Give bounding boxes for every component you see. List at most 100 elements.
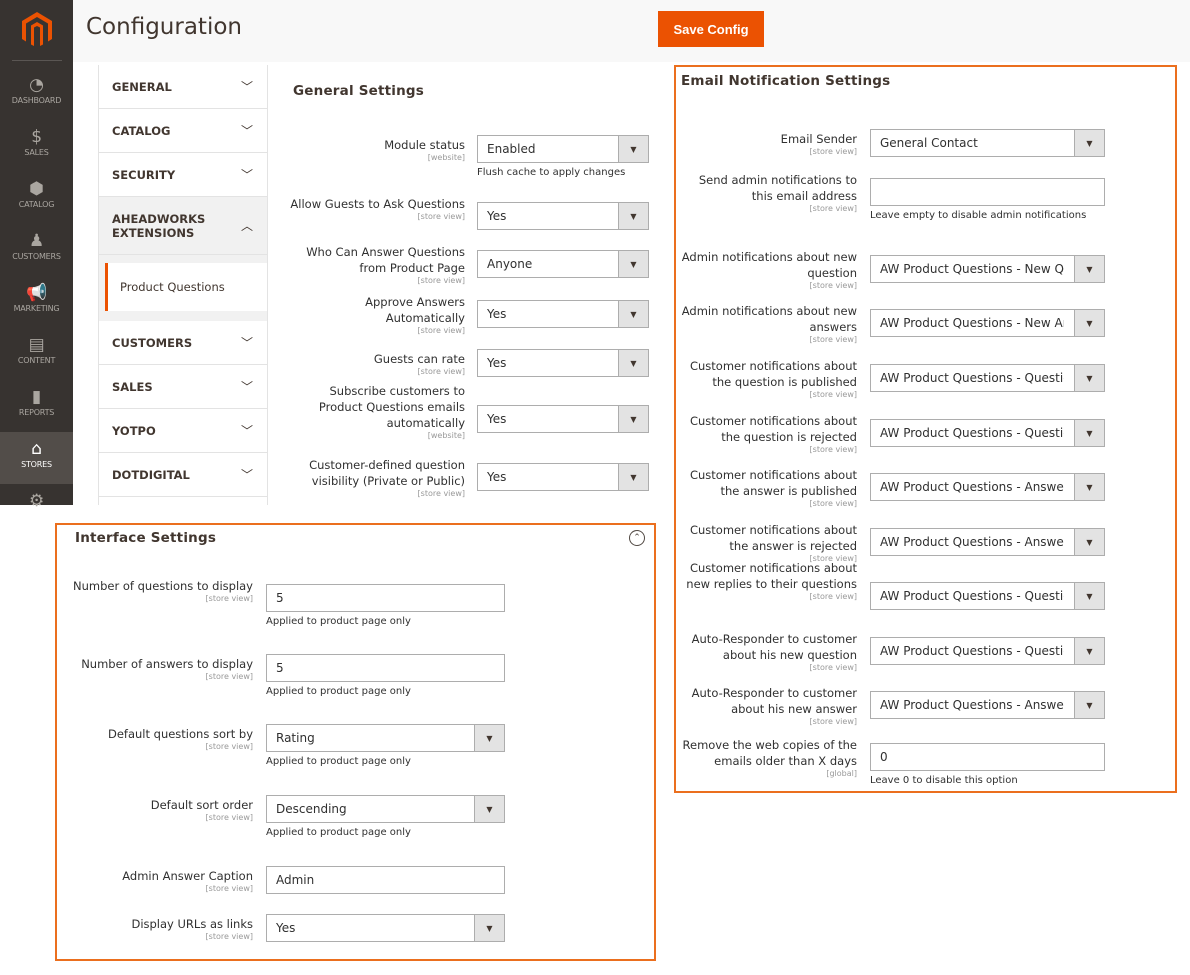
caret-down-icon[interactable]: ▼ (1074, 638, 1104, 664)
caret-down-icon[interactable]: ▼ (1074, 583, 1104, 609)
tab-catalog[interactable]: CATALOG ﹀ (99, 109, 267, 153)
general-select[interactable]: Yes ▼ (477, 463, 649, 491)
general-select[interactable]: Enabled ▼ (477, 135, 649, 163)
email-select[interactable]: AW Product Questions - Answer Auto-Respo… (870, 691, 1105, 719)
nav-item-label: CATALOG (18, 200, 55, 209)
nav-item-customers[interactable]: ♟ CUSTOMERS (0, 224, 73, 276)
tab-customers[interactable]: CUSTOMERS ﹀ (99, 321, 267, 365)
nav-item-label: CONTENT (17, 356, 56, 365)
field-scope: [store view] (417, 212, 465, 221)
chevron-down-icon: ﹀ (240, 380, 253, 394)
general-field-label: Module status [website] (285, 137, 465, 163)
general-settings-title: General Settings (293, 83, 425, 99)
email-input[interactable]: 0 (870, 743, 1105, 771)
field-note: Applied to product page only (266, 686, 411, 697)
field-value: AW Product Questions - Question Answered (880, 589, 1064, 603)
email-select[interactable]: AW Product Questions - Question Auto-Res… (870, 637, 1105, 665)
caret-down-icon[interactable]: ▼ (618, 203, 648, 229)
magento-logo[interactable] (22, 12, 52, 48)
nav-item-sales[interactable]: $ SALES (0, 120, 73, 172)
email-select[interactable]: AW Product Questions - Question Rejected… (870, 419, 1105, 447)
field-note: Applied to product page only (266, 827, 411, 838)
caret-down-icon[interactable]: ▼ (1074, 256, 1104, 282)
email-field-label: Send admin notifications to this email a… (677, 172, 857, 214)
nav-item-reports[interactable]: ▮ REPORTS (0, 380, 73, 432)
field-label-text: Subscribe customers to Product Questions… (318, 384, 465, 430)
field-scope: [store view] (417, 489, 465, 498)
field-label-text: Display URLs as links (131, 917, 253, 931)
field-value: Yes (487, 307, 507, 321)
bar-chart-icon: ▮ (31, 387, 42, 407)
caret-down-icon[interactable]: ▼ (618, 136, 648, 162)
nav-item-catalog[interactable]: ⬢ CATALOG (0, 172, 73, 224)
tab-product-questions[interactable]: Product Questions (105, 263, 267, 311)
general-select[interactable]: Anyone ▼ (477, 250, 649, 278)
nav-item-content[interactable]: ▤ CONTENT (0, 328, 73, 380)
interface-select[interactable]: Descending ▼ (266, 795, 505, 823)
caret-down-icon[interactable]: ▼ (618, 406, 648, 432)
field-scope: [store view] (417, 367, 465, 376)
field-value: Rating (276, 731, 315, 745)
general-select[interactable]: Yes ▼ (477, 300, 649, 328)
email-field-label: Admin notifications about new answers [st… (677, 303, 857, 345)
field-label-text: Number of answers to display (81, 657, 253, 671)
field-value: 5 (276, 661, 284, 675)
field-scope: [store view] (205, 813, 253, 822)
field-scope: [store view] (205, 932, 253, 941)
tab-security[interactable]: SECURITY ﹀ (99, 153, 267, 197)
interface-select[interactable]: Rating ▼ (266, 724, 505, 752)
tab-yotpo[interactable]: YOTPO ﹀ (99, 409, 267, 453)
caret-down-icon[interactable]: ▼ (1074, 420, 1104, 446)
interface-field-label: Default questions sort by [store view] (68, 726, 253, 752)
tab-label: SECURITY (112, 167, 176, 182)
tab-general[interactable]: GENERAL ﹀ (99, 65, 267, 109)
caret-down-icon[interactable]: ▼ (474, 915, 504, 941)
caret-down-icon[interactable]: ▼ (474, 725, 504, 751)
nav-item-dashboard[interactable]: ◔ DASHBOARD (0, 68, 73, 120)
nav-item-stores[interactable]: ⌂ STORES (0, 432, 73, 484)
email-select[interactable]: General Contact ▼ (870, 129, 1105, 157)
caret-down-icon[interactable]: ▼ (618, 350, 648, 376)
interface-input[interactable]: 5 (266, 584, 505, 612)
caret-down-icon[interactable]: ▼ (618, 301, 648, 327)
interface-input[interactable]: Admin (266, 866, 505, 894)
save-config-button[interactable]: Save Config (658, 11, 764, 47)
field-scope: [store view] (417, 276, 465, 285)
nav-item-marketing[interactable]: 📢 MARKETING (0, 276, 73, 328)
field-label-text: Default questions sort by (107, 727, 253, 741)
caret-down-icon[interactable]: ▼ (618, 464, 648, 490)
tab-dotdigital[interactable]: DOTDIGITAL ﹀ (99, 453, 267, 497)
tab-label: CATALOG (112, 123, 171, 138)
email-select[interactable]: AW Product Questions - Question Publishe… (870, 364, 1105, 392)
email-select[interactable]: AW Product Questions - Question Answered… (870, 582, 1105, 610)
email-select[interactable]: AW Product Questions - Answer Published ▼ (870, 473, 1105, 501)
caret-down-icon[interactable]: ▼ (1074, 130, 1104, 156)
field-scope: [website] (427, 153, 465, 162)
email-select[interactable]: AW Product Questions - Answer Rejected ▼ (870, 528, 1105, 556)
collapse-icon[interactable]: ⌃ (629, 530, 645, 546)
caret-down-icon[interactable]: ▼ (1074, 365, 1104, 391)
caret-down-icon[interactable]: ▼ (474, 796, 504, 822)
tab-aheadworks-extensions[interactable]: AHEADWORKS EXTENSIONS ︿ (99, 197, 267, 255)
general-select[interactable]: Yes ▼ (477, 349, 649, 377)
caret-down-icon[interactable]: ▼ (1074, 692, 1104, 718)
tab-sales[interactable]: SALES ﹀ (99, 365, 267, 409)
general-field-label: Guests can rate [store view] (285, 351, 465, 377)
email-input[interactable] (870, 178, 1105, 206)
general-select[interactable]: Yes ▼ (477, 202, 649, 230)
caret-down-icon[interactable]: ▼ (1074, 529, 1104, 555)
caret-down-icon[interactable]: ▼ (1074, 310, 1104, 336)
chevron-down-icon: ﹀ (240, 468, 253, 482)
caret-down-icon[interactable]: ▼ (618, 251, 648, 277)
page-title: Configuration (86, 14, 242, 40)
nav-item-label: SALES (24, 148, 49, 157)
field-value: Yes (487, 412, 507, 426)
caret-down-icon[interactable]: ▼ (1074, 474, 1104, 500)
field-scope: [store view] (809, 445, 857, 454)
email-select[interactable]: AW Product Questions - New Answer ▼ (870, 309, 1105, 337)
email-select[interactable]: AW Product Questions - New Question ▼ (870, 255, 1105, 283)
interface-select[interactable]: Yes ▼ (266, 914, 505, 942)
interface-input[interactable]: 5 (266, 654, 505, 682)
general-select[interactable]: Yes ▼ (477, 405, 649, 433)
dollar-icon: $ (31, 127, 42, 147)
